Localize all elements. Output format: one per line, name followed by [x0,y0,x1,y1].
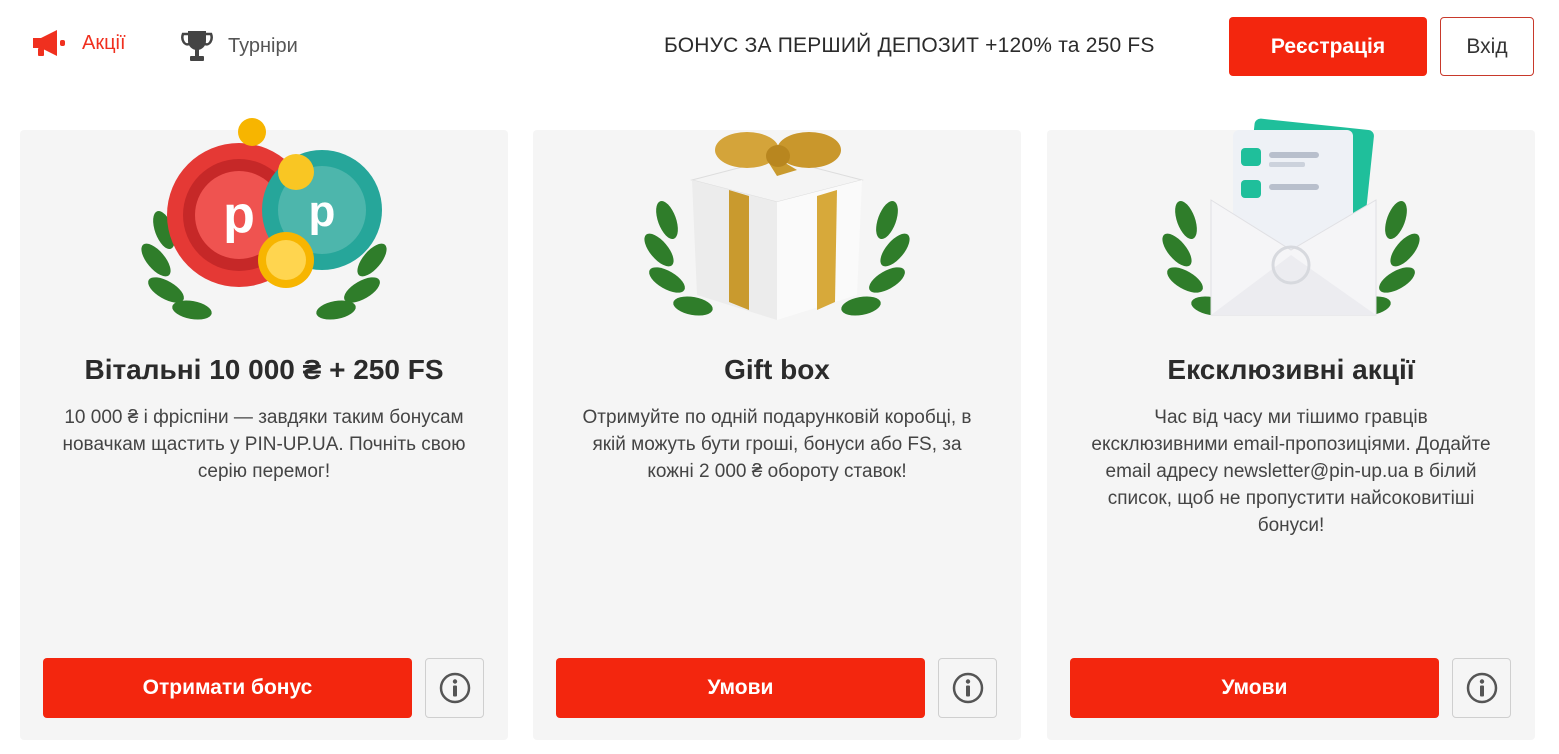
svg-text:p: p [309,187,336,236]
info-button[interactable] [1452,658,1511,718]
promo-card-exclusive: Ексклюзивні акції Час від часу ми тішимо… [1047,118,1535,740]
register-button[interactable]: Реєстрація [1229,17,1427,76]
login-button[interactable]: Вхід [1440,17,1534,76]
card-description: 10 000 ₴ і фріспіни — завдяки таким бону… [62,407,466,482]
nav-item-tournaments[interactable]: Турніри [180,28,298,64]
info-button[interactable] [938,658,997,718]
promo-card-welcome: p p Вітальні 10 000 ₴ + 250 FS 10 000 ₴ … [20,118,508,740]
card-description: Час від часу ми тішимо гравців ексклюзив… [1091,407,1491,536]
promo-card-gift-box: Gift box Отримуйте по одній подарунковій… [533,130,1021,740]
first-deposit-bonus-banner[interactable]: БОНУС ЗА ПЕРШИЙ ДЕПОЗИТ +120% та 250 FS [664,34,1155,58]
gift-box-illustration [644,132,910,320]
card-title: Вітальні 10 000 ₴ + 250 FS [84,354,444,385]
info-button[interactable] [425,658,484,718]
get-bonus-button[interactable]: Отримати бонус [43,658,412,718]
poker-chips-and-coins-illustration: p p [141,118,387,320]
info-icon [952,672,983,704]
nav-item-promotions[interactable]: Акції [30,28,126,58]
card-title: Gift box [724,354,830,385]
nav-item-label: Акції [82,31,126,54]
megaphone-icon [30,28,68,58]
info-icon [439,672,470,704]
top-bar: Акції Турніри БОНУС ЗА ПЕРШИЙ ДЕПОЗИТ +1… [0,0,1559,95]
terms-button[interactable]: Умови [1070,658,1439,718]
card-description: Отримуйте по одній подарунковій коробці,… [582,407,972,482]
card-title: Ексклюзивні акції [1167,354,1415,385]
terms-button[interactable]: Умови [556,658,925,718]
svg-text:p: p [223,186,255,244]
info-icon [1466,672,1497,704]
nav-item-label: Турніри [228,34,298,57]
envelope-checklist-illustration [1162,118,1420,316]
trophy-icon [180,28,214,64]
